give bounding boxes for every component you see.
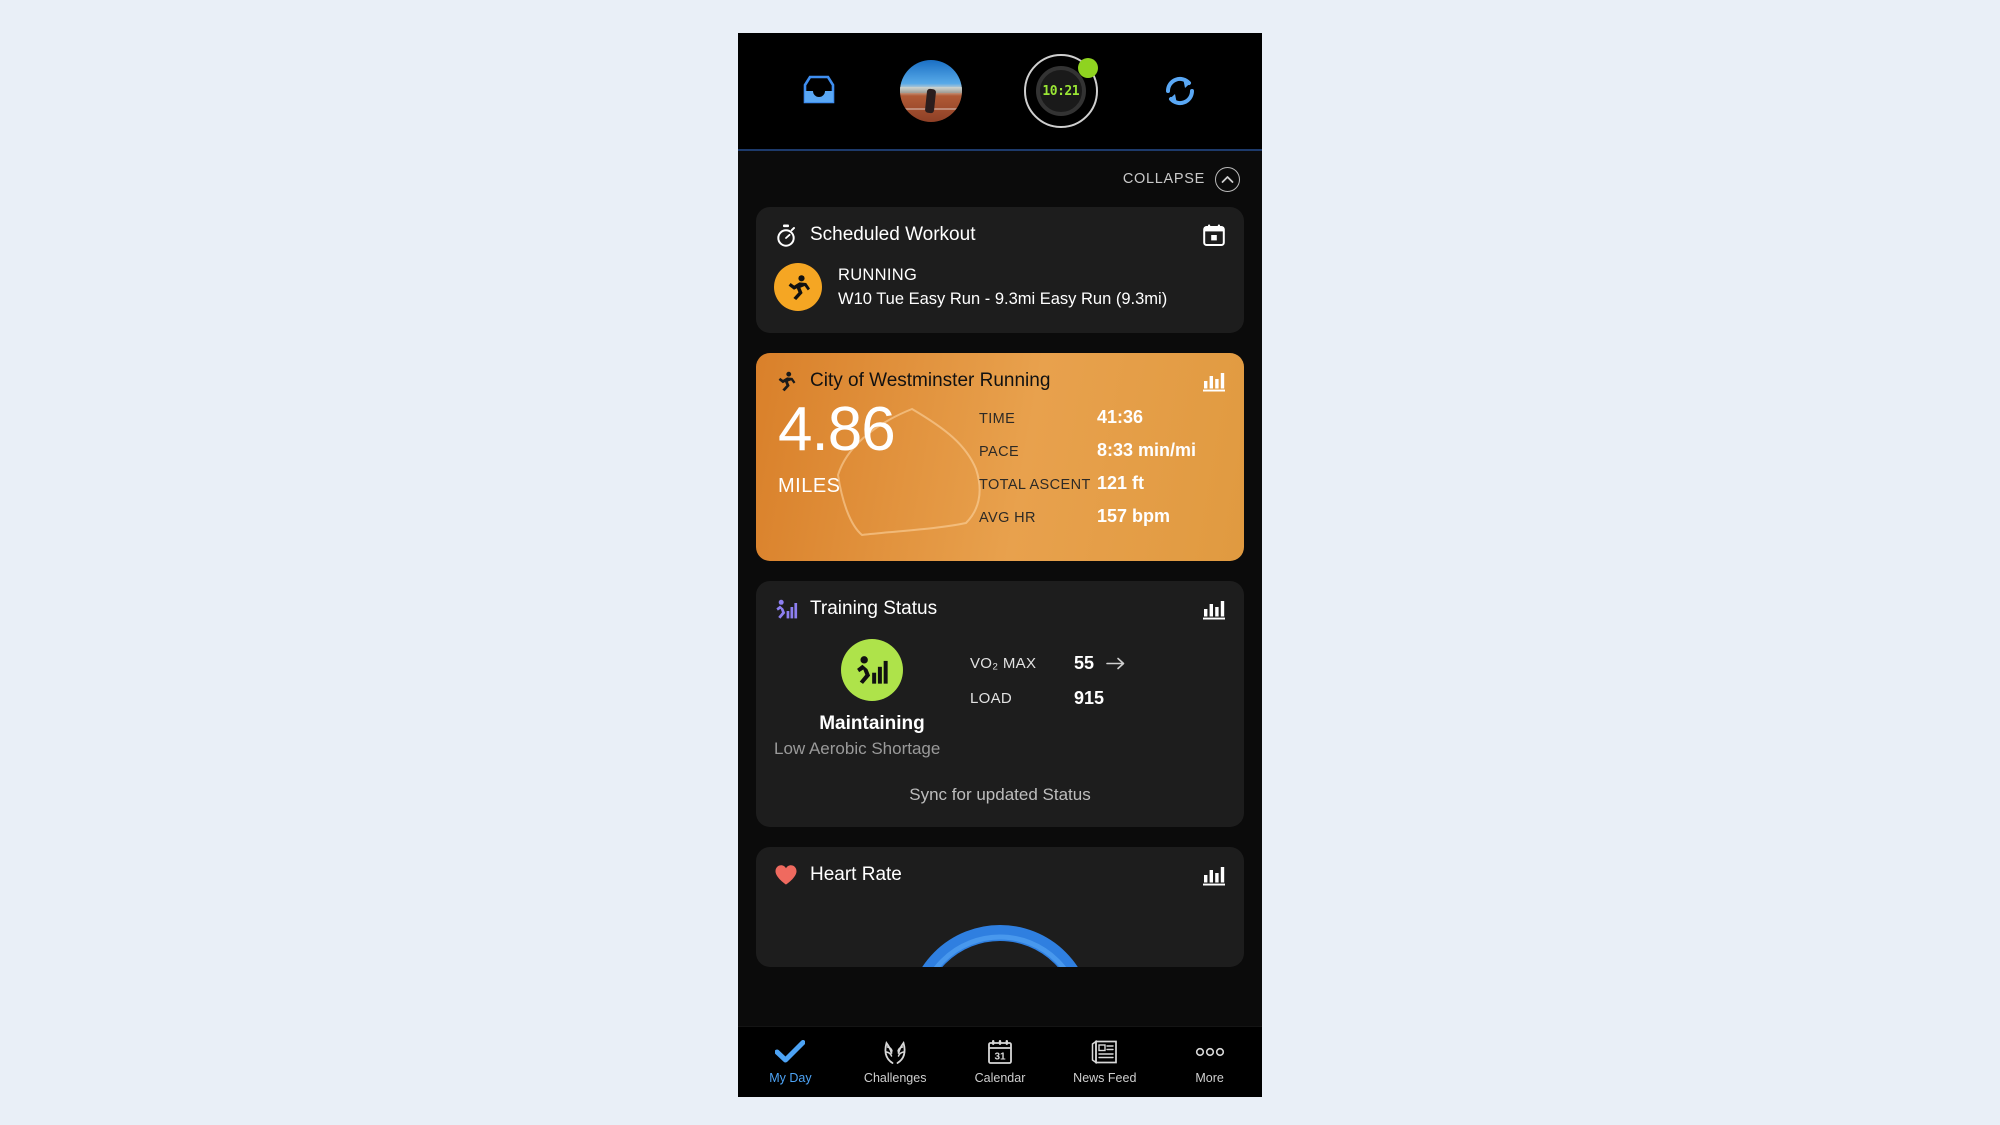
laurel-icon <box>881 1039 909 1065</box>
running-person-icon <box>774 369 798 393</box>
ellipsis-icon <box>1195 1039 1225 1065</box>
card-header: Training Status <box>756 581 1244 625</box>
app-header: 10:21 <box>738 33 1262 151</box>
stat-value: 121 ft <box>1097 473 1145 493</box>
profile-avatar-button[interactable] <box>900 60 963 122</box>
arrow-right-icon[interactable] <box>1106 657 1126 670</box>
card-title: Training Status <box>810 598 938 619</box>
sync-button[interactable] <box>1159 70 1201 112</box>
card-title: City of Westminster Running <box>810 370 1051 391</box>
metric-row-load: LOAD 915 <box>970 688 1226 709</box>
training-state-label: Maintaining <box>819 713 925 734</box>
stat-value: 41:36 <box>1097 407 1144 427</box>
avatar <box>900 60 963 122</box>
stat-value: 157 bpm <box>1097 506 1171 526</box>
metric-label: LOAD <box>970 690 1013 707</box>
stat-row: TOTAL ASCENT 121 ft <box>979 473 1226 494</box>
checkmark-icon <box>775 1039 806 1065</box>
metric-value: 55 <box>1074 653 1095 673</box>
inbox-button[interactable] <box>799 74 839 108</box>
nav-item-news-feed[interactable]: News Feed <box>1052 1027 1157 1097</box>
bar-chart-icon[interactable] <box>1202 369 1226 393</box>
bar-chart-icon[interactable] <box>1202 597 1226 621</box>
bottom-navigation: My Day Challenges 31 Calendar News Feed … <box>738 1026 1262 1097</box>
training-status-badge-icon <box>841 639 903 701</box>
workout-type: RUNNING <box>838 265 918 284</box>
workout-description: W10 Tue Easy Run - 9.3mi Easy Run (9.3mi… <box>838 289 1168 308</box>
collapse-label: COLLAPSE <box>1122 171 1205 187</box>
card-training-status[interactable]: Training Status Maintaining VO₂ MAX 55 L… <box>756 581 1244 827</box>
watch-face-time: 10:21 <box>1042 83 1080 99</box>
stat-label: TOTAL ASCENT <box>979 477 1091 493</box>
stat-row: PACE 8:33 min/mi <box>979 440 1226 461</box>
activity-distance-unit: MILES <box>778 475 841 497</box>
stat-label: AVG HR <box>979 510 1036 526</box>
training-metrics-list: VO₂ MAX 55 LOAD 915 <box>970 639 1226 735</box>
sync-refresh-icon <box>1159 70 1201 112</box>
training-status-subtitle: Low Aerobic Shortage <box>774 739 941 758</box>
calendar-icon[interactable] <box>1202 223 1226 247</box>
metric-row-vo2max[interactable]: VO₂ MAX 55 <box>970 653 1226 674</box>
nav-label: News Feed <box>1073 1071 1137 1085</box>
card-title: Heart Rate <box>810 864 902 885</box>
scheduled-workout-text: RUNNING W10 Tue Easy Run - 9.3mi Easy Ru… <box>838 266 1167 309</box>
activity-distance-value: 4.86 <box>778 395 896 464</box>
stopwatch-icon <box>774 223 798 247</box>
stat-label: TIME <box>979 411 1016 427</box>
calendar-31-icon: 31 <box>987 1039 1013 1065</box>
card-header: City of Westminster Running <box>756 353 1244 397</box>
scheduled-workout-body: RUNNING W10 Tue Easy Run - 9.3mi Easy Ru… <box>756 251 1244 333</box>
nav-item-calendar[interactable]: 31 Calendar <box>948 1027 1053 1097</box>
nav-item-challenges[interactable]: Challenges <box>843 1027 948 1097</box>
activity-body: 4.86 MILES TIME 41:36 PACE 8:33 min/mi T… <box>756 397 1244 561</box>
training-state-block: Maintaining <box>774 639 970 735</box>
training-status-icon <box>774 597 798 621</box>
nav-label: More <box>1195 1071 1224 1085</box>
nav-label: Calendar <box>974 1071 1026 1085</box>
card-header: Heart Rate <box>756 847 1244 891</box>
collapse-button[interactable] <box>1215 166 1240 192</box>
training-status-body: Maintaining VO₂ MAX 55 LOAD 915 <box>756 625 1244 735</box>
card-header: Scheduled Workout <box>756 207 1244 251</box>
nav-label: Challenges <box>863 1071 927 1085</box>
bar-chart-icon[interactable] <box>1202 863 1226 887</box>
activity-stats-list: TIME 41:36 PACE 8:33 min/mi TOTAL ASCENT… <box>979 399 1226 539</box>
screenshot-root: 10:21 COLLAPSE Scheduled Workout RUNNING… <box>0 0 2000 1125</box>
heart-rate-gauge <box>905 923 1095 967</box>
heart-icon <box>774 863 798 887</box>
nav-item-more[interactable]: More <box>1157 1027 1262 1097</box>
inbox-icon <box>799 74 839 108</box>
device-connected-dot <box>1077 58 1098 78</box>
newspaper-icon <box>1091 1039 1118 1065</box>
card-activity-summary[interactable]: City of Westminster Running 4.86 MILES T… <box>756 353 1244 561</box>
card-title: Scheduled Workout <box>810 224 976 245</box>
card-scheduled-workout[interactable]: Scheduled Workout RUNNING W10 Tue Easy R… <box>756 207 1244 333</box>
stat-row: AVG HR 157 bpm <box>979 506 1226 527</box>
stat-row: TIME 41:36 <box>979 407 1226 428</box>
chevron-up-icon <box>1221 175 1234 183</box>
metric-value: 915 <box>1074 688 1105 708</box>
card-heart-rate[interactable]: Heart Rate <box>756 847 1244 967</box>
nav-label: My Day <box>769 1071 812 1085</box>
training-sync-prompt[interactable]: Sync for updated Status <box>756 759 1244 827</box>
collapse-row: COLLAPSE <box>756 151 1244 207</box>
metric-label: VO₂ MAX <box>970 655 1037 672</box>
svg-text:31: 31 <box>994 1052 1006 1063</box>
activity-distance-block: 4.86 MILES <box>774 399 979 539</box>
watch-device-button[interactable]: 10:21 <box>1023 54 1098 128</box>
watch-device-icon: 10:21 <box>1023 54 1098 128</box>
stat-label: PACE <box>979 444 1020 460</box>
stat-value: 8:33 min/mi <box>1097 440 1197 460</box>
dashboard-scroll-area[interactable]: COLLAPSE Scheduled Workout RUNNING W10 T… <box>738 151 1262 1026</box>
phone-screen: 10:21 COLLAPSE Scheduled Workout RUNNING… <box>738 33 1262 1097</box>
nav-item-my-day[interactable]: My Day <box>738 1027 843 1097</box>
running-person-icon <box>774 263 822 311</box>
